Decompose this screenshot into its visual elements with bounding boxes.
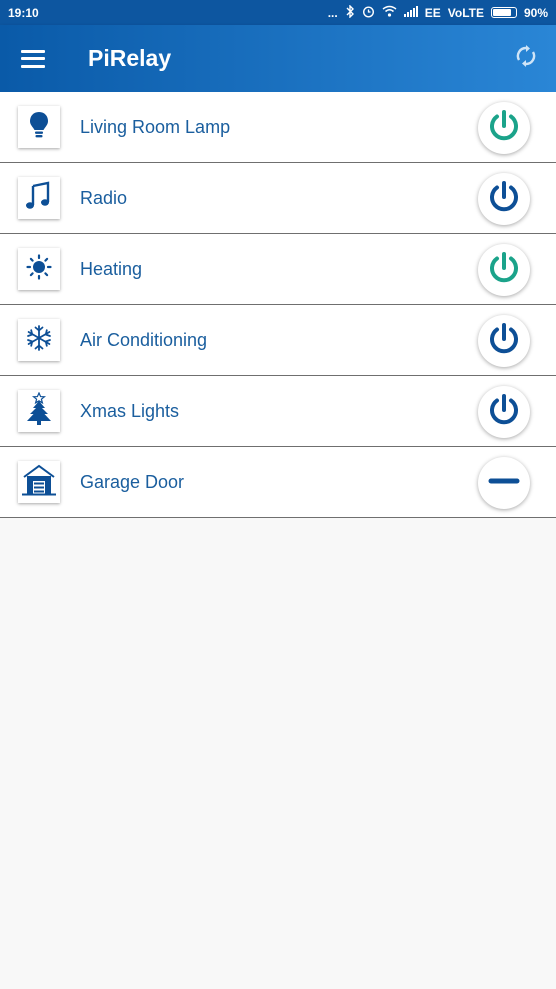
relay-label: Air Conditioning: [80, 330, 208, 350]
relay-row-radio[interactable]: Radio: [0, 163, 556, 234]
refresh-icon: [514, 44, 538, 73]
relay-icon-box: [18, 106, 60, 148]
network-label: VoLTE: [447, 5, 484, 20]
power-toggle-button[interactable]: [478, 102, 530, 154]
power-icon: [486, 250, 522, 291]
relay-list: Living Room Lamp Radio Heating Air Condi…: [0, 92, 556, 518]
refresh-button[interactable]: [496, 25, 556, 92]
relay-icon-box: [18, 319, 60, 361]
power-toggle-button[interactable]: [478, 315, 530, 367]
snowflake-icon: [25, 324, 53, 357]
relay-label: Garage Door: [80, 472, 185, 492]
relay-icon-box: [18, 248, 60, 290]
status-icons: ... EE VoLTE 90%: [327, 3, 548, 21]
carrier-label: EE: [424, 5, 441, 20]
relay-label: Living Room Lamp: [80, 117, 231, 137]
lightbulb-icon: [26, 110, 52, 145]
power-icon: [486, 179, 522, 220]
more-dots-icon: ...: [327, 5, 338, 20]
battery-icon: [490, 7, 517, 18]
bluetooth-icon: [345, 3, 355, 21]
relay-label: Radio: [80, 188, 128, 208]
power-icon: [486, 108, 522, 149]
momentary-trigger-button[interactable]: [478, 457, 530, 509]
relay-icon-box: [18, 461, 60, 503]
power-icon: [486, 392, 522, 433]
relay-row-xmas-lights[interactable]: Xmas Lights: [0, 376, 556, 447]
sun-icon: [26, 253, 52, 285]
relay-icon-box: [18, 177, 60, 219]
signal-icon: [403, 5, 418, 20]
app-title: PiRelay: [88, 45, 172, 71]
minus-icon: [486, 463, 522, 504]
power-icon: [486, 321, 522, 362]
power-toggle-button[interactable]: [478, 173, 530, 225]
garage-icon: [22, 464, 56, 501]
menu-button[interactable]: [0, 25, 66, 92]
battery-percent: 90%: [523, 5, 548, 20]
app-bar: PiRelay: [0, 25, 556, 92]
relay-row-living-room-lamp[interactable]: Living Room Lamp: [0, 92, 556, 163]
relay-row-air-conditioning[interactable]: Air Conditioning: [0, 305, 556, 376]
relay-icon-box: [18, 390, 60, 432]
alarm-icon: [362, 5, 375, 21]
status-bar: 19:10 ... EE VoLTE 90%: [0, 0, 556, 25]
christmas-tree-icon: [25, 391, 53, 431]
relay-label: Xmas Lights: [80, 401, 180, 421]
power-toggle-button[interactable]: [478, 244, 530, 296]
wifi-icon: [382, 5, 397, 20]
music-note-icon: [25, 181, 53, 216]
relay-row-heating[interactable]: Heating: [0, 234, 556, 305]
relay-row-garage-door[interactable]: Garage Door: [0, 447, 556, 518]
hamburger-menu-icon: [21, 49, 45, 68]
relay-label: Heating: [80, 259, 143, 279]
status-time: 19:10: [8, 5, 39, 20]
power-toggle-button[interactable]: [478, 386, 530, 438]
